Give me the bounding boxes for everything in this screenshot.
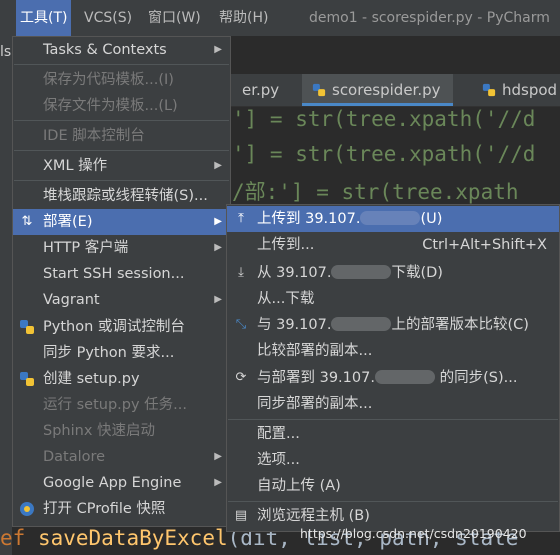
menu-separator [228,419,558,420]
python-icon [20,320,34,334]
menu-separator [228,501,558,502]
menu-item-create-setup-py[interactable]: 创建 setup.py [13,366,230,392]
tab-hdspod[interactable]: hdspod [472,74,560,106]
watermark: https://blog.csdn.net/csdn20190420 [300,526,527,541]
submenu-arrow-icon: ▶ [214,294,222,305]
menu-item-vagrant[interactable]: Vagrant ▶ [13,287,230,313]
menu-separator [14,120,229,121]
download-icon: ⤓ [238,265,244,280]
menu-item-datalore: Datalore ▶ [13,444,230,470]
menu-tools[interactable]: 工具(T) [16,0,72,36]
code-line-3: /部:'] = str(tree.xpath [232,180,519,204]
deployment-icon: ⇅ [21,214,33,229]
menu-item-deployment[interactable]: ⇅ 部署(E) ▶ [13,209,230,235]
code-line-2: '] = str(tree.xpath('//d [232,142,536,166]
menu-item-save-file-template: 保存文件为模板...(L) [43,98,178,114]
menu-item-start-ssh[interactable]: Start SSH session... [13,261,230,287]
menu-item-xml-actions[interactable]: XML 操作 ▶ [13,153,230,179]
masked-ip [360,211,421,225]
menu-separator [14,150,229,151]
menu-item-run-setup-py: 运行 setup.py 任务... [43,397,187,413]
left-tool-strip [0,36,12,555]
python-file-icon [482,83,496,97]
menu-item-google-app-engine[interactable]: Google App Engine ▶ [13,470,230,496]
profiler-icon [20,502,34,516]
menubar: 工具(T) VCS(S) 窗口(W) 帮助(H) demo1 - scoresp… [0,0,560,36]
menu-separator [14,64,229,65]
left-strip-text: ls [0,44,12,60]
menu-item-stack-trace[interactable]: 堆栈跟踪或线程转储(S)... [13,183,230,209]
submenu-arrow-icon: ▶ [214,216,222,227]
menu-item-compare-copies[interactable]: 比较部署的副本... [227,338,559,364]
code-line-1: '] = str(tree.xpath('//d [232,107,536,131]
menu-separator [14,180,229,181]
menu-item-ide-script-console: IDE 脚本控制台 [43,128,145,144]
menu-item-compare-deployed[interactable]: ⤡ 与 39.107. 上的部署版本比较(C) [227,312,559,338]
submenu-arrow-icon: ▶ [214,477,222,488]
menu-item-python-console[interactable]: Python 或调试控制台 [13,314,230,340]
menu-item-sphinx-quickstart: Sphinx 快速启动 [43,423,156,439]
submenu-arrow-icon: ▶ [214,44,222,55]
remote-host-icon: ▤ [234,508,248,523]
menu-item-http-client[interactable]: HTTP 客户端 ▶ [13,235,230,261]
menu-item-download-from-host[interactable]: ⤓ 从 39.107. 下载(D) [227,260,559,286]
sync-icon: ⟳ [235,370,247,385]
compare-icon: ⤡ [235,317,247,332]
menu-item-save-code-template: 保存为代码模板...(I) [43,72,174,88]
deployment-submenu: ⤒ 上传到 39.107. (U) 上传到... Ctrl+Alt+Shift+X… [226,204,560,532]
python-icon [20,372,34,386]
submenu-arrow-icon: ▶ [214,160,222,171]
tab-scorespider-py[interactable]: scorespider.py [302,74,453,106]
masked-ip [374,370,435,384]
masked-ip [331,317,392,331]
menu-item-open-cprofile[interactable]: 打开 CProfile 快照 [13,496,230,522]
menu-help[interactable]: 帮助(H) [219,0,268,36]
submenu-arrow-icon: ▶ [214,242,222,253]
menu-item-auto-upload[interactable]: 自动上传 (A) [227,473,559,499]
menu-item-options[interactable]: 选项... [227,447,559,473]
menu-item-upload-to-host[interactable]: ⤒ 上传到 39.107. (U) [227,206,559,232]
upload-icon: ⤒ [238,211,244,226]
window-title: demo1 - scorespider.py - PyCharm [309,10,550,26]
masked-ip [331,265,392,279]
python-file-icon [312,83,326,97]
menu-item-upload-to[interactable]: 上传到... Ctrl+Alt+Shift+X [227,232,559,258]
menu-vcs[interactable]: VCS(S) [84,0,132,36]
menu-item-sync-python-req[interactable]: 同步 Python 要求... [13,340,230,366]
menu-item-tasks-contexts[interactable]: Tasks & Contexts ▶ [13,37,230,63]
menu-item-download-from[interactable]: 从...下载 [227,286,559,312]
submenu-arrow-icon: ▶ [214,451,222,462]
menu-item-configuration[interactable]: 配置... [227,421,559,447]
tools-menu: Tasks & Contexts ▶ 保存为代码模板...(I) 保存文件为模板.… [12,36,231,527]
menu-item-sync-copies[interactable]: 同步部署的副本... [227,391,559,417]
menu-item-sync-with-host[interactable]: ⟳ 与部署到 39.107. 的同步(S)... [227,365,559,391]
tab-er-py[interactable]: er.py [232,74,289,106]
menu-window[interactable]: 窗口(W) [148,0,201,36]
shortcut-label: Ctrl+Alt+Shift+X [422,237,547,253]
